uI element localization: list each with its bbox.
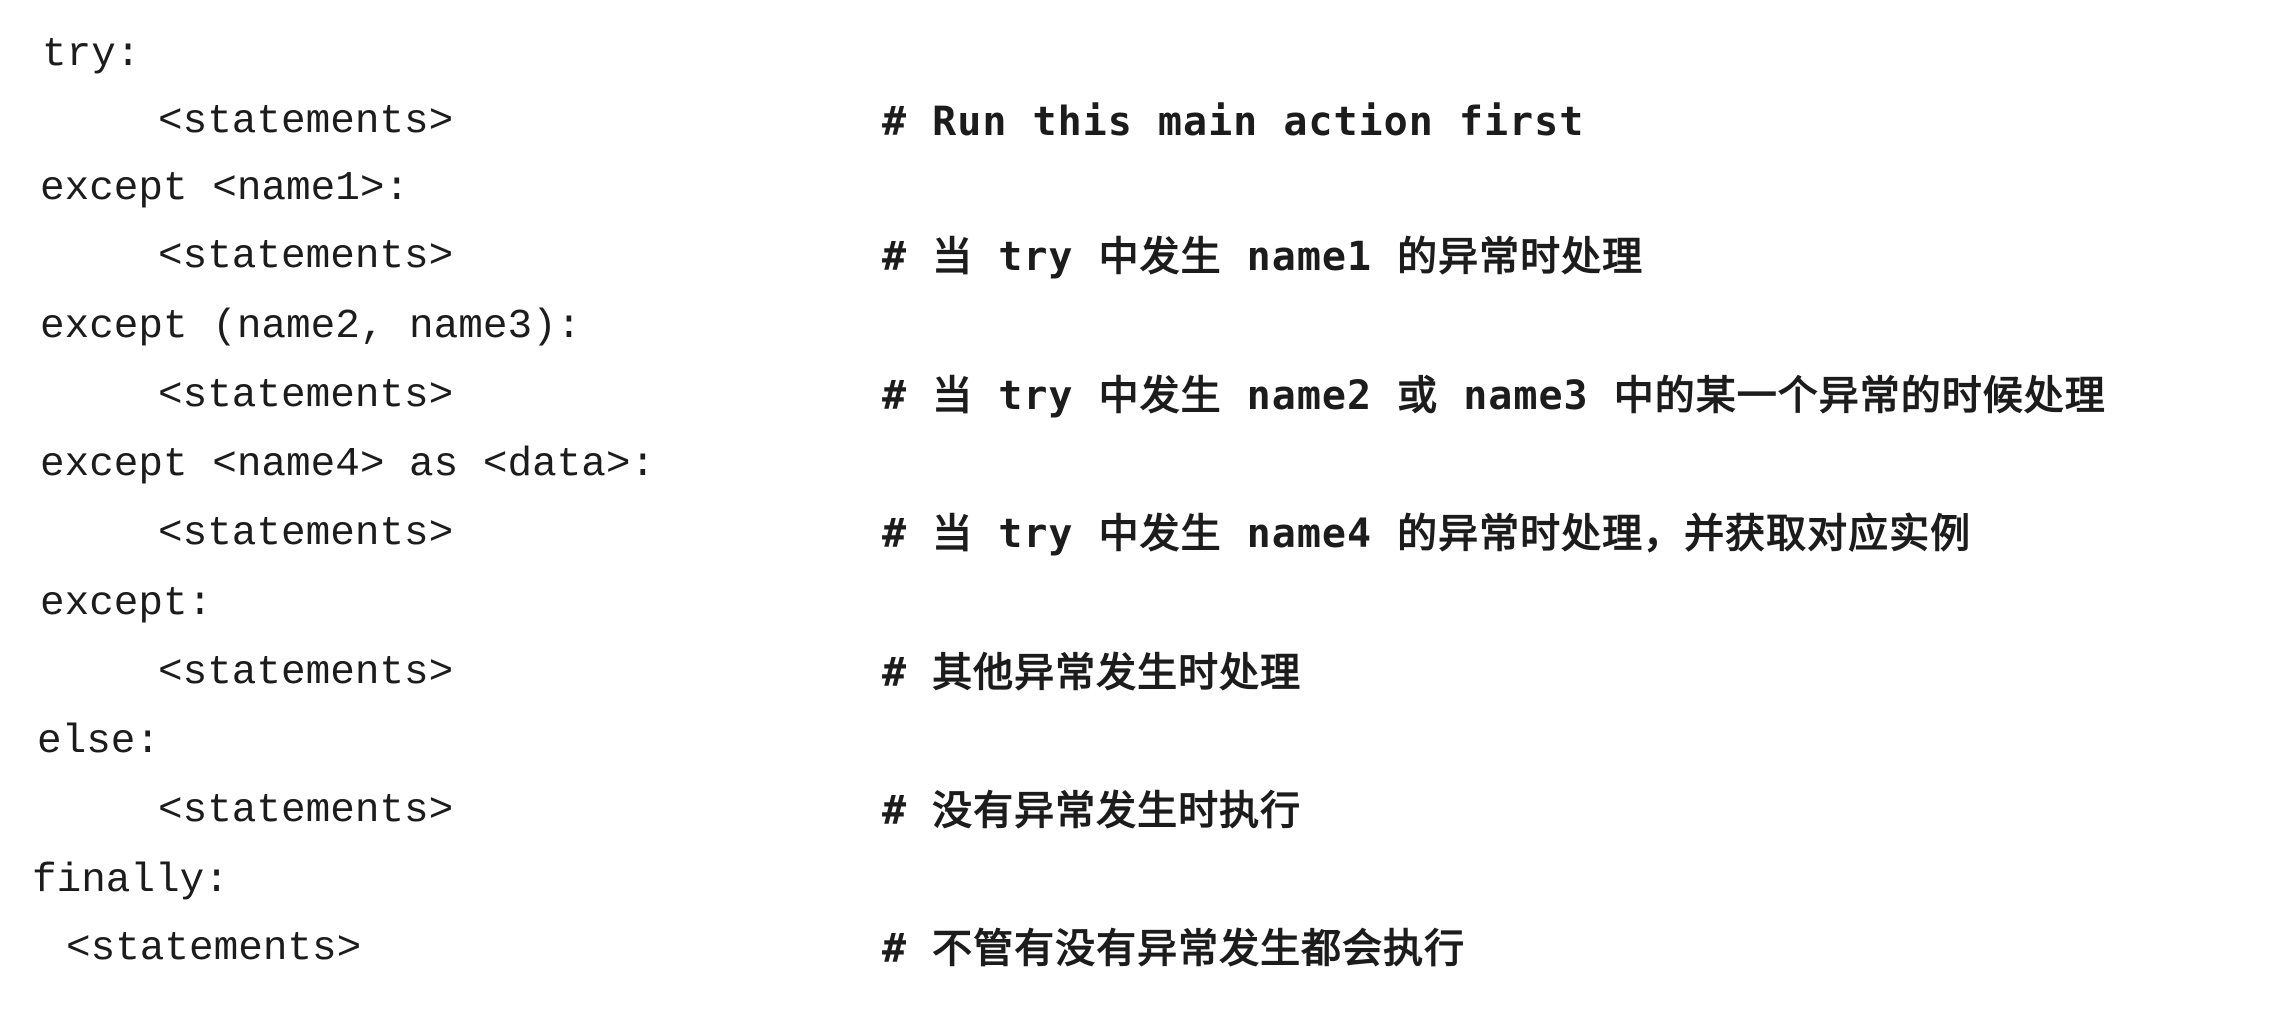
code-comment: # 当 try 中发生 name4 的异常时处理，并获取对应实例: [882, 511, 1972, 557]
code-comment: # 没有异常发生时执行: [882, 788, 1302, 834]
code-text: <statements>: [66, 926, 362, 972]
code-text: <statements>: [158, 788, 454, 834]
code-line-statements: <statements> # 没有异常发生时执行: [0, 776, 1300, 846]
code-text: except (name2, name3):: [40, 304, 582, 350]
code-comment: # 当 try 中发生 name2 或 name3 中的某一个异常的时候处理: [882, 373, 2106, 419]
code-line-statements: <statements> # 其他异常发生时处理: [0, 638, 1300, 708]
code-text: try:: [42, 32, 141, 78]
code-line-except: except:: [0, 569, 212, 639]
code-block: try: <statements> # Run this main action…: [0, 0, 2286, 1016]
code-text: else:: [37, 719, 161, 765]
code-line-except-name2-name3: except (name2, name3):: [0, 292, 581, 362]
code-comment: # Run this main action first: [882, 99, 1585, 145]
code-text: <statements>: [158, 511, 454, 557]
code-text: <statements>: [158, 99, 454, 145]
code-line-statements: <statements> # 当 try 中发生 name4 的异常时处理，并获…: [0, 499, 1970, 569]
code-line-statements: <statements> # 不管有没有异常发生都会执行: [0, 914, 1464, 984]
code-line-else: else:: [0, 707, 160, 777]
code-comment: # 不管有没有异常发生都会执行: [882, 926, 1466, 972]
code-line-statements: <statements> # Run this main action firs…: [0, 87, 1583, 157]
code-line-finally: finally:: [0, 846, 229, 916]
code-text: except <name4> as <data>:: [40, 442, 656, 488]
code-comment: # 其他异常发生时处理: [882, 650, 1302, 696]
code-line-statements: <statements> # 当 try 中发生 name2 或 name3 中…: [0, 361, 2105, 431]
code-line-except-name4: except <name4> as <data>:: [0, 430, 655, 500]
code-line-try: try:: [0, 20, 140, 90]
code-line-except-name1: except <name1>:: [0, 154, 409, 224]
code-text: except:: [40, 581, 213, 627]
code-text: finally:: [32, 858, 229, 904]
code-text: except <name1>:: [40, 166, 410, 212]
code-text: <statements>: [158, 650, 454, 696]
code-comment: # 当 try 中发生 name1 的异常时处理: [882, 234, 1644, 280]
code-text: <statements>: [158, 234, 454, 280]
code-line-statements: <statements> # 当 try 中发生 name1 的异常时处理: [0, 222, 1642, 292]
code-text: <statements>: [158, 373, 454, 419]
